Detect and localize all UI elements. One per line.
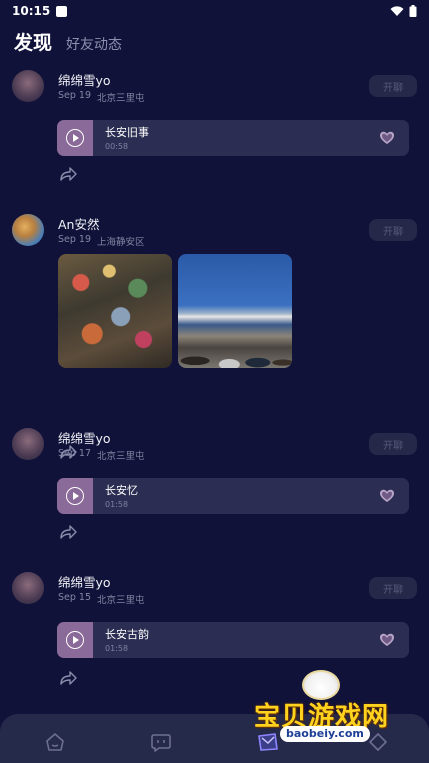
post-meta: Sep 17 北京三里屯: [58, 448, 145, 462]
audio-card[interactable]: 长安旧事 00:58: [57, 120, 409, 156]
post-photo-market[interactable]: [58, 254, 172, 368]
chat-button[interactable]: 开聊: [369, 219, 417, 241]
share-icon[interactable]: [58, 670, 78, 686]
audio-title: 长安忆: [105, 484, 138, 497]
discover-icon[interactable]: [257, 732, 279, 752]
bottom-tab-bar: [0, 714, 429, 763]
post-location: 上海静安区: [97, 237, 145, 248]
profile-icon[interactable]: [366, 732, 388, 752]
share-icon[interactable]: [58, 524, 78, 540]
post-location: 北京三里屯: [97, 93, 145, 104]
post-date: Sep 15: [58, 592, 92, 603]
post-location: 北京三里屯: [97, 595, 145, 606]
avatar[interactable]: [12, 572, 44, 604]
post-photo-harbor[interactable]: [178, 254, 292, 368]
avatar[interactable]: [12, 214, 44, 246]
avatar[interactable]: [12, 70, 44, 102]
play-icon: [66, 631, 84, 649]
status-time: 10:15: [12, 4, 51, 18]
battery-icon: [409, 5, 417, 17]
photo-people: [178, 332, 292, 368]
chat-button[interactable]: 开聊: [369, 577, 417, 599]
play-button[interactable]: [57, 622, 93, 658]
audio-card[interactable]: 长安古韵 01:58: [57, 622, 409, 658]
audio-card[interactable]: 长安忆 01:58: [57, 478, 409, 514]
share-icon[interactable]: [58, 166, 78, 182]
post-meta: Sep 19 北京三里屯: [58, 90, 145, 104]
wifi-icon: [390, 5, 404, 16]
tab-discover[interactable]: 发现: [14, 28, 52, 55]
post-date: Sep 19: [58, 90, 92, 101]
post-meta: Sep 19 上海静安区: [58, 234, 145, 248]
post-username[interactable]: 绵绵雪yo: [58, 70, 111, 89]
post-date: Sep 19: [58, 234, 92, 245]
audio-title: 长安古韵: [105, 628, 149, 641]
play-icon: [66, 129, 84, 147]
play-icon: [66, 487, 84, 505]
audio-duration: 01:58: [105, 644, 129, 653]
heart-icon[interactable]: [379, 488, 395, 504]
status-bar: 10:15: [0, 0, 429, 22]
home-icon[interactable]: [44, 732, 66, 752]
play-button[interactable]: [57, 120, 93, 156]
audio-title: 长安旧事: [105, 126, 149, 139]
post-meta: Sep 15 北京三里屯: [58, 592, 145, 606]
heart-icon[interactable]: [379, 632, 395, 648]
chat-button[interactable]: 开聊: [369, 433, 417, 455]
tab-friends-feed[interactable]: 好友动态: [66, 34, 122, 54]
avatar[interactable]: [12, 428, 44, 460]
notification-icon: [56, 5, 68, 17]
post-username[interactable]: An安然: [58, 214, 99, 233]
heart-icon[interactable]: [379, 130, 395, 146]
post-username[interactable]: 绵绵雪yo: [58, 572, 111, 591]
watermark-mascot-icon: [302, 670, 340, 700]
post-date: Sep 17: [58, 448, 92, 459]
post-location: 北京三里屯: [97, 451, 145, 462]
audio-duration: 01:58: [105, 500, 129, 509]
header-tabs: 发现 好友动态: [14, 28, 122, 55]
post-username[interactable]: 绵绵雪yo: [58, 428, 111, 447]
audio-duration: 00:58: [105, 142, 129, 151]
play-button[interactable]: [57, 478, 93, 514]
chat-icon[interactable]: [150, 732, 172, 752]
chat-button[interactable]: 开聊: [369, 75, 417, 97]
